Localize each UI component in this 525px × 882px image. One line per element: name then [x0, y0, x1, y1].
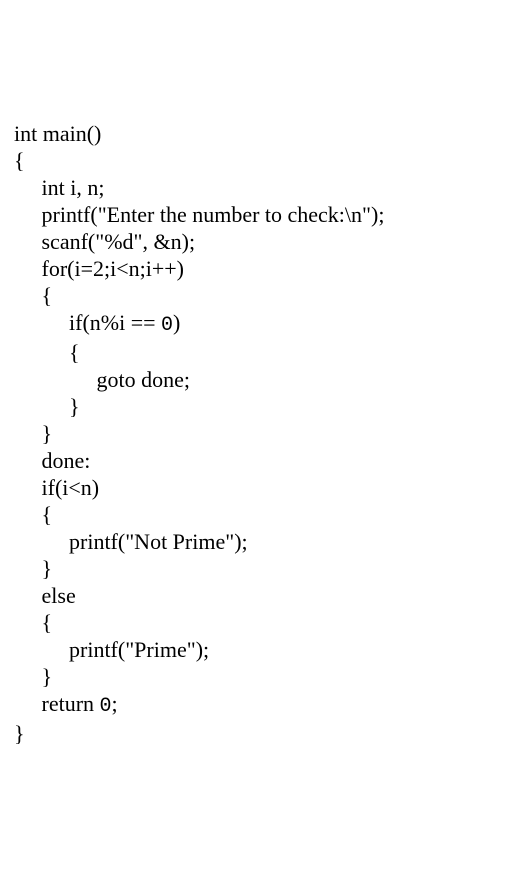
code-line: {: [14, 148, 25, 173]
code-line-part: ;: [112, 691, 118, 716]
code-line: scanf("%d", &n);: [14, 229, 195, 254]
code-line: int main(): [14, 121, 101, 146]
code-line: {: [14, 283, 52, 308]
code-line-part: return: [14, 691, 100, 716]
code-line: done:: [14, 448, 90, 473]
code-line: int i, n;: [14, 175, 104, 200]
code-line: {: [14, 502, 52, 527]
code-line: {: [14, 610, 52, 635]
digit-zero: 0: [100, 695, 112, 718]
code-line: printf("Enter the number to check:\n");: [14, 202, 384, 227]
digit-zero: 0: [161, 314, 173, 337]
code-line: goto done;: [14, 367, 190, 392]
code-line: if(i<n): [14, 475, 99, 500]
code-line: for(i=2;i<n;i++): [14, 256, 184, 281]
code-line: }: [14, 556, 52, 581]
code-line: }: [14, 664, 52, 689]
code-line: }: [14, 394, 80, 419]
code-line: {: [14, 340, 80, 365]
code-line: }: [14, 721, 25, 746]
code-snippet: int main() { int i, n; printf("Enter the…: [14, 120, 511, 747]
code-line-part: ): [173, 310, 180, 335]
code-line: printf("Prime");: [14, 637, 209, 662]
code-line-part: if(n%i ==: [14, 310, 161, 335]
code-line: printf("Not Prime");: [14, 529, 248, 554]
code-line: else: [14, 583, 76, 608]
code-line: }: [14, 421, 52, 446]
